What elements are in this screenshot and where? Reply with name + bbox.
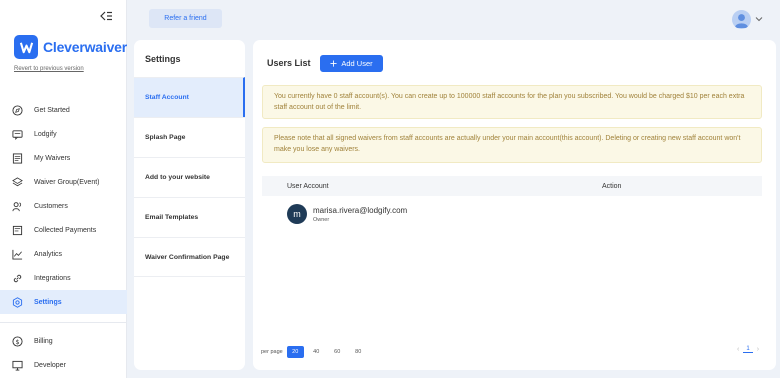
- nav-label: Settings: [34, 298, 62, 306]
- monitor-icon: [12, 360, 23, 371]
- message-icon: [12, 129, 23, 140]
- nav-item-billing[interactable]: $ Billing: [0, 329, 127, 353]
- user-avatar-icon: [734, 14, 749, 29]
- add-user-label: Add User: [341, 59, 373, 68]
- page-size-option[interactable]: 20: [286, 346, 304, 358]
- nav-label: Lodgify: [34, 130, 57, 138]
- column-header-action: Action: [602, 182, 622, 190]
- page-size-selector: per page 20 40 60 80: [261, 346, 367, 358]
- page-number[interactable]: 1: [743, 346, 753, 353]
- pagination: ‹ 1 ›: [737, 346, 759, 353]
- nav-item-lodgify[interactable]: Lodgify: [0, 122, 127, 146]
- page-size-option[interactable]: 60: [329, 346, 346, 358]
- column-header-user-account: User Account: [287, 182, 329, 190]
- settings-item-staff-account[interactable]: Staff Account: [134, 77, 245, 117]
- users-panel: Users List Add User You currently have 0…: [253, 40, 776, 370]
- per-page-label: per page: [261, 349, 283, 355]
- nav-label: Collected Payments: [34, 226, 97, 234]
- nav-label: Customers: [34, 202, 68, 210]
- add-user-button[interactable]: Add User: [320, 55, 383, 72]
- main-nav: Get Started Lodgify My Waivers Waiver Gr…: [0, 98, 127, 314]
- collapse-sidebar-icon[interactable]: [100, 10, 112, 22]
- nav-item-collected-payments[interactable]: Collected Payments: [0, 218, 127, 242]
- nav-item-my-waivers[interactable]: My Waivers: [0, 146, 127, 170]
- nav-label: Integrations: [34, 274, 71, 282]
- waiver-ownership-notice: Please note that all signed waivers from…: [262, 127, 762, 163]
- brand-logo-icon: [14, 35, 38, 59]
- nav-label: My Waivers: [34, 154, 71, 162]
- user-avatar[interactable]: [732, 10, 751, 29]
- chevron-left-icon[interactable]: ‹: [737, 346, 739, 353]
- brand-name: Cleverwaiver: [43, 39, 127, 55]
- staff-limit-notice: You currently have 0 staff account(s). Y…: [262, 85, 762, 119]
- nav-label: Developer: [34, 361, 66, 369]
- row-role: Owner: [313, 216, 330, 223]
- dollar-icon: $: [12, 335, 23, 347]
- nav-item-waiver-group[interactable]: Waiver Group(Event): [0, 170, 127, 194]
- layers-icon: [12, 176, 23, 186]
- nav-item-integrations[interactable]: Integrations: [0, 266, 127, 290]
- chevron-down-icon[interactable]: [755, 15, 763, 23]
- nav-label: Analytics: [34, 250, 63, 258]
- link-icon: [13, 274, 22, 282]
- refer-friend-button[interactable]: Refer a friend: [149, 9, 222, 28]
- left-sidebar: Cleverwaiver Revert to previous version …: [0, 0, 127, 378]
- nav-item-settings[interactable]: Settings: [0, 290, 127, 314]
- compass-icon: [12, 104, 23, 116]
- settings-item-splash-page[interactable]: Splash Page: [134, 117, 245, 157]
- page-size-option[interactable]: 80: [350, 346, 367, 358]
- nav-item-customers[interactable]: Customers: [0, 194, 127, 218]
- settings-item-email-templates[interactable]: Email Templates: [134, 197, 245, 237]
- page-size-option[interactable]: 40: [308, 346, 325, 358]
- settings-item-add-to-website[interactable]: Add to your website: [134, 157, 245, 197]
- nav-label: Billing: [34, 337, 53, 345]
- users-list-title: Users List: [267, 58, 311, 68]
- settings-panel: Settings Staff Account Splash Page Add t…: [134, 40, 245, 370]
- document-icon: [12, 152, 23, 164]
- nav-item-analytics[interactable]: Analytics: [0, 242, 127, 266]
- brand[interactable]: Cleverwaiver: [14, 35, 127, 59]
- row-email: marisa.rivera@lodgify.com: [313, 205, 408, 215]
- plus-icon: [330, 60, 337, 67]
- nav-divider: [0, 322, 127, 323]
- gear-icon: [12, 296, 23, 308]
- secondary-nav: $ Billing Developer: [0, 329, 127, 377]
- row-avatar: m: [287, 204, 307, 224]
- settings-item-waiver-confirmation[interactable]: Waiver Confirmation Page: [134, 237, 245, 277]
- nav-label: Waiver Group(Event): [34, 178, 100, 186]
- nav-label: Get Started: [34, 106, 70, 114]
- svg-text:$: $: [15, 337, 19, 345]
- settings-title: Settings: [145, 53, 181, 64]
- nav-item-get-started[interactable]: Get Started: [0, 98, 127, 122]
- chart-icon: [12, 249, 23, 260]
- users-table-header: User Account Action: [262, 176, 762, 196]
- table-row: m marisa.rivera@lodgify.com Owner: [287, 204, 407, 224]
- users-icon: [12, 201, 22, 211]
- nav-item-developer[interactable]: Developer: [0, 353, 127, 377]
- revert-link[interactable]: Revert to previous version: [14, 66, 84, 72]
- chevron-right-icon[interactable]: ›: [757, 346, 759, 353]
- receipt-icon: [12, 225, 23, 235]
